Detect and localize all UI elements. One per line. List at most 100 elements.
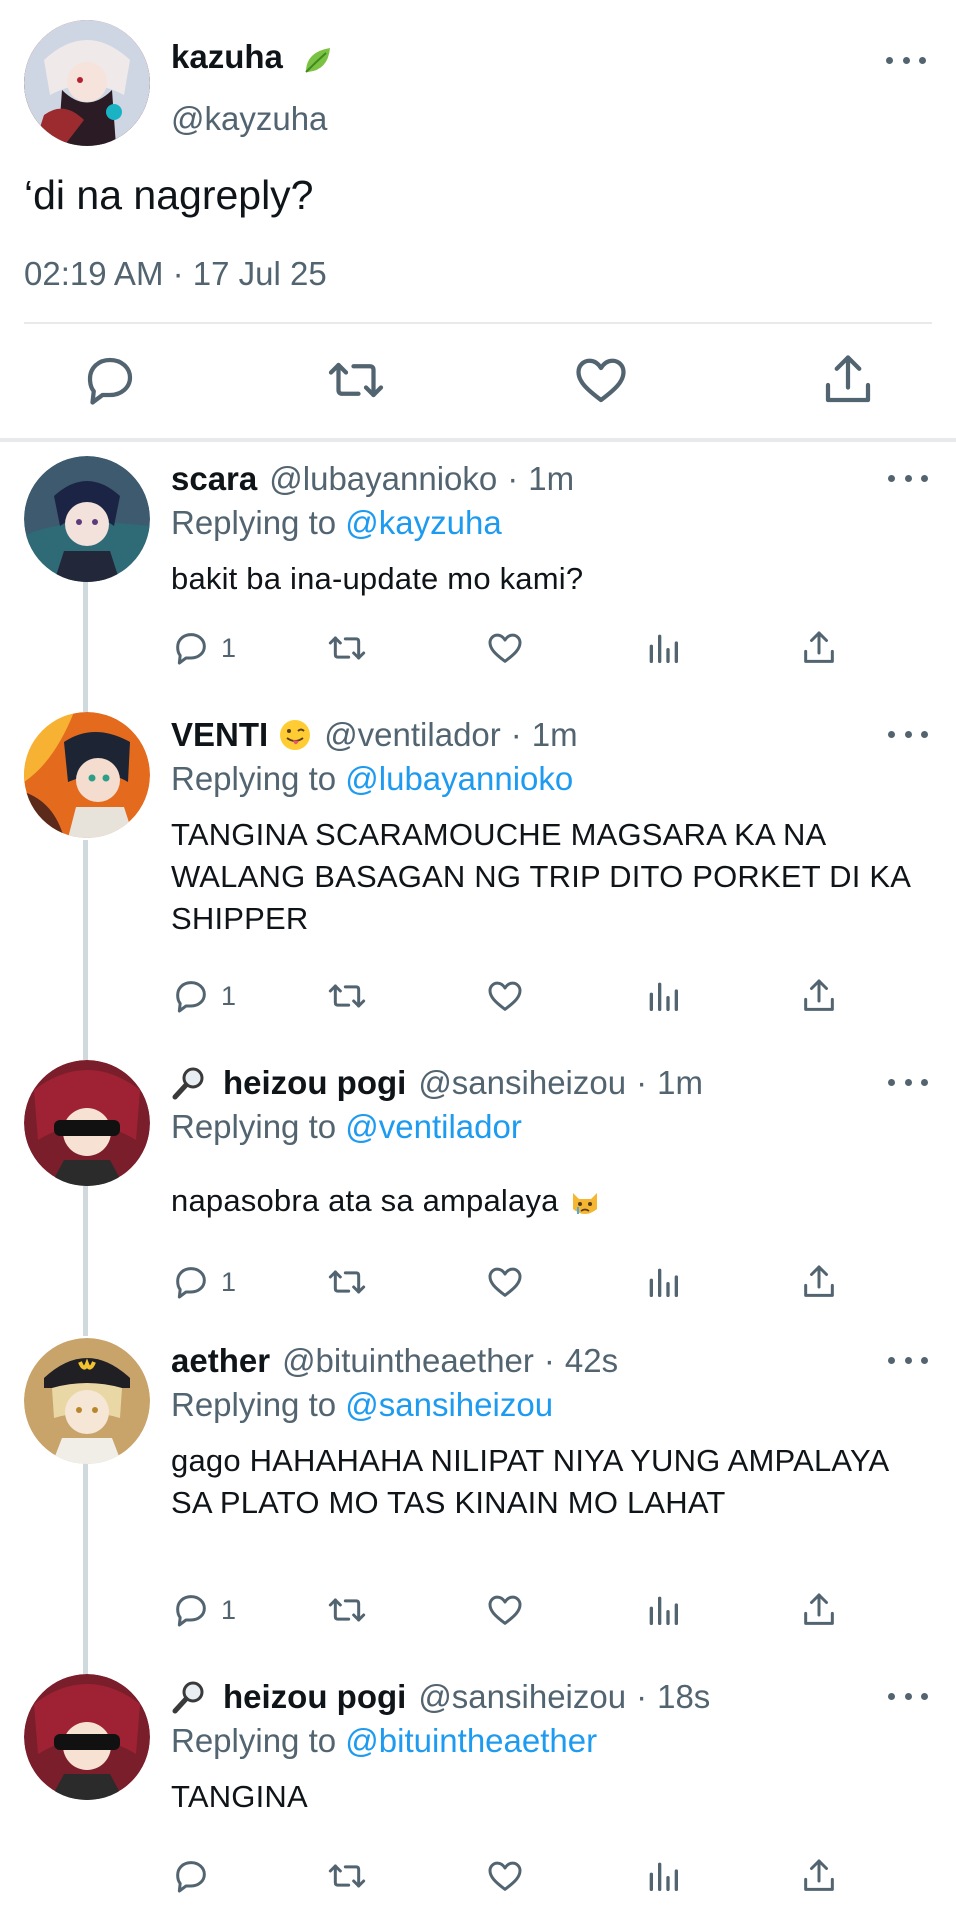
avatar[interactable]	[24, 712, 150, 838]
mention-link[interactable]: @ventilador	[345, 1108, 522, 1145]
like-icon[interactable]	[485, 626, 525, 670]
username[interactable]: @sansiheizou	[418, 1064, 626, 1102]
reply-tweet: VENTI @ventilador · 1m Replying to @luba…	[0, 712, 956, 1022]
reply-actions	[171, 1854, 931, 1898]
display-name[interactable]: scara	[171, 460, 257, 498]
share-icon[interactable]	[799, 1854, 839, 1898]
like-icon[interactable]	[571, 350, 631, 410]
retweet-icon[interactable]	[327, 1260, 367, 1304]
avatar[interactable]	[24, 456, 150, 582]
reply-button[interactable]: 1	[171, 1260, 236, 1304]
reply-actions: 1	[171, 974, 931, 1018]
more-options-icon[interactable]	[888, 1684, 928, 1708]
more-options-icon[interactable]	[888, 722, 928, 746]
more-options-icon[interactable]	[888, 1070, 928, 1094]
username[interactable]: @sansiheizou	[418, 1678, 626, 1716]
reply-text: TANGINA	[171, 1779, 308, 1814]
retweet-icon[interactable]	[327, 1854, 367, 1898]
section-separator	[0, 438, 956, 442]
replying-to: Replying to @bituintheaether	[171, 1722, 597, 1760]
analytics-icon[interactable]	[643, 1260, 683, 1304]
like-icon[interactable]	[485, 1588, 525, 1632]
reply-text: gago HAHAHAHA NILIPAT NIYA YUNG AMPALAYA…	[171, 1443, 888, 1520]
avatar[interactable]	[24, 1060, 150, 1186]
share-icon[interactable]	[799, 626, 839, 670]
separator-dot: ·	[507, 460, 519, 497]
retweet-icon[interactable]	[327, 626, 367, 670]
reply-tweet: heizou pogi @sansiheizou · 1m Replying t…	[0, 1060, 956, 1310]
like-icon[interactable]	[485, 1260, 525, 1304]
display-name[interactable]: aether	[171, 1342, 270, 1380]
tweet-text: ‘di na nagreply?	[24, 172, 314, 218]
reply-time[interactable]: 42s	[565, 1342, 618, 1380]
reply-button[interactable]: 1	[171, 626, 236, 670]
tweet-actions	[0, 350, 956, 414]
share-icon[interactable]	[799, 1588, 839, 1632]
like-icon[interactable]	[485, 974, 525, 1018]
reply-time[interactable]: 1m	[528, 460, 574, 498]
replying-to: Replying to @kayzuha	[171, 504, 502, 542]
analytics-icon[interactable]	[643, 1588, 683, 1632]
reply-time[interactable]: 1m	[532, 716, 578, 754]
share-icon[interactable]	[799, 1260, 839, 1304]
magnifying-glass-emoji-icon	[171, 1065, 207, 1101]
replying-to: Replying to @ventilador	[171, 1108, 522, 1146]
username[interactable]: @kayzuha	[171, 100, 327, 138]
tweet-timestamp[interactable]: 02:19 AM · 17 Jul 25	[24, 255, 327, 293]
reply-actions: 1	[171, 1588, 931, 1632]
reply-time[interactable]: 18s	[657, 1678, 710, 1716]
reply-text: napasobra ata sa ampalaya	[171, 1180, 931, 1222]
separator-dot: ·	[543, 1342, 555, 1379]
reply-header: heizou pogi @sansiheizou · 18s	[171, 1678, 710, 1716]
reply-button[interactable]	[171, 1854, 211, 1898]
analytics-icon[interactable]	[643, 1854, 683, 1898]
analytics-icon[interactable]	[643, 626, 683, 670]
mention-link[interactable]: @lubayannioko	[345, 760, 573, 797]
more-options-icon[interactable]	[888, 466, 928, 490]
retweet-icon[interactable]	[327, 1588, 367, 1632]
like-icon[interactable]	[485, 1854, 525, 1898]
display-name[interactable]: heizou pogi	[223, 1064, 406, 1102]
reply-count: 1	[221, 980, 237, 1011]
reply-header: aether @bituintheaether · 42s	[171, 1342, 618, 1380]
avatar[interactable]	[24, 1338, 150, 1464]
crying-cat-emoji-icon	[569, 1187, 601, 1219]
avatar[interactable]	[24, 1674, 150, 1800]
reply-icon[interactable]	[80, 350, 140, 410]
reply-time[interactable]: 1m	[657, 1064, 703, 1102]
mention-link[interactable]: @sansiheizou	[345, 1386, 553, 1423]
separator-dot: ·	[636, 1064, 648, 1101]
reply-text: bakit ba ina-update mo kami?	[171, 561, 584, 596]
share-icon[interactable]	[799, 974, 839, 1018]
reply-text-content: napasobra ata sa ampalaya	[171, 1183, 559, 1218]
more-options-icon[interactable]	[886, 48, 926, 72]
avatar[interactable]	[24, 20, 150, 146]
replying-prefix: Replying to	[171, 760, 346, 797]
reply-tweet: scara @lubayannioko · 1m Replying to @ka…	[0, 456, 956, 686]
analytics-icon[interactable]	[643, 974, 683, 1018]
reply-header: heizou pogi @sansiheizou · 1m	[171, 1064, 703, 1102]
username[interactable]: @lubayannioko	[269, 460, 497, 498]
reply-button[interactable]: 1	[171, 974, 236, 1018]
retweet-icon[interactable]	[326, 350, 386, 410]
replying-prefix: Replying to	[171, 1722, 346, 1759]
share-icon[interactable]	[818, 350, 878, 410]
replying-prefix: Replying to	[171, 1386, 346, 1423]
display-name[interactable]: kazuha	[171, 38, 283, 76]
separator-dot: ·	[510, 716, 522, 753]
magnifying-glass-emoji-icon	[171, 1679, 207, 1715]
replying-prefix: Replying to	[171, 1108, 346, 1145]
retweet-icon[interactable]	[327, 974, 367, 1018]
reply-count: 1	[221, 1594, 237, 1625]
display-name[interactable]: heizou pogi	[223, 1678, 406, 1716]
mention-link[interactable]: @kayzuha	[345, 504, 501, 541]
reply-actions: 1	[171, 1260, 931, 1304]
reply-tweet: heizou pogi @sansiheizou · 18s Replying …	[0, 1674, 956, 1914]
username[interactable]: @bituintheaether	[282, 1342, 534, 1380]
display-name[interactable]: VENTI	[171, 716, 268, 754]
reply-button[interactable]: 1	[171, 1588, 236, 1632]
username[interactable]: @ventilador	[324, 716, 501, 754]
more-options-icon[interactable]	[888, 1348, 928, 1372]
winking-tongue-emoji-icon	[278, 718, 312, 752]
mention-link[interactable]: @bituintheaether	[345, 1722, 597, 1759]
